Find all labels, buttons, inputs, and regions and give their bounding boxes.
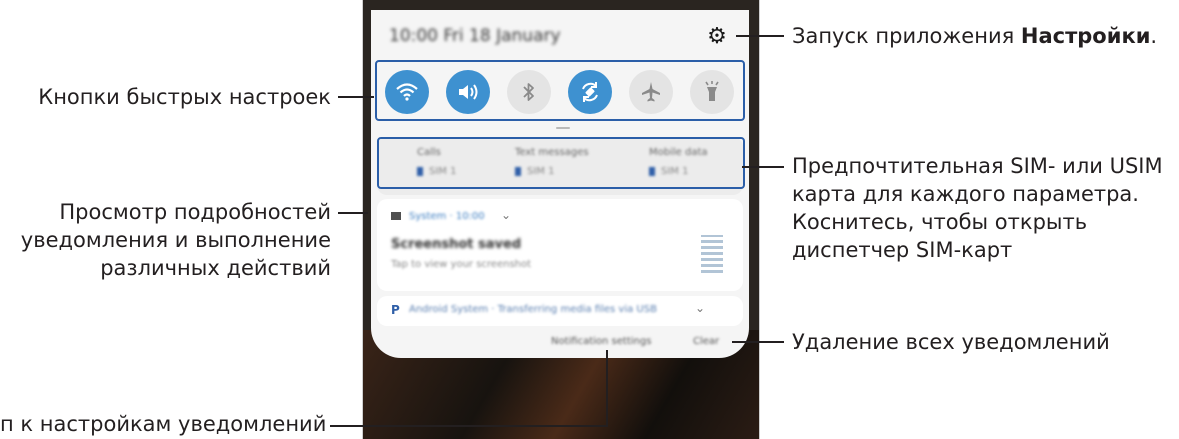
callout-settings-bold: Настройки bbox=[1020, 24, 1151, 48]
notification-card[interactable]: System · 10:00 ⌄ Screenshot saved Tap to… bbox=[377, 199, 743, 291]
chevron-down-icon[interactable]: ⌄ bbox=[501, 208, 511, 222]
callout-quick: Кнопки быстрых настроек bbox=[38, 85, 331, 109]
notification-app: System · 10:00 bbox=[409, 211, 485, 222]
phone-screen: 10:00 Fri 18 January ⚙ Calls SIM 1 Text … bbox=[362, 0, 760, 439]
notification-settings-button[interactable]: Notification settings bbox=[551, 336, 651, 347]
quick-settings-highlight bbox=[375, 60, 745, 121]
clear-button[interactable]: Clear bbox=[693, 336, 719, 347]
panel-drag-handle[interactable] bbox=[556, 127, 570, 129]
callout-detail-line: различных действий bbox=[100, 256, 331, 280]
callout-line-sim bbox=[742, 166, 784, 168]
android-system-icon: P bbox=[391, 303, 400, 317]
status-date-time: 10:00 Fri 18 January bbox=[389, 26, 561, 46]
sim-highlight bbox=[377, 137, 745, 189]
callout-line-detail bbox=[338, 212, 368, 214]
notification-card-system[interactable]: P Android System · Transferring media fi… bbox=[377, 296, 743, 326]
callout-detail-line: Просмотр подробностей bbox=[59, 200, 331, 224]
screenshot-thumbnail bbox=[701, 235, 723, 273]
gear-icon[interactable]: ⚙ bbox=[705, 25, 729, 49]
callout-line-notif-settings-h bbox=[330, 425, 608, 427]
callout-clear: Удаление всех уведомлений bbox=[792, 330, 1110, 354]
callout-sim-line: диспетчер SIM-карт bbox=[792, 238, 1013, 262]
callout-settings-end: . bbox=[1150, 24, 1158, 48]
notification-body: Tap to view your screenshot bbox=[391, 259, 532, 270]
panel-button-row: Notification settings Clear bbox=[371, 328, 749, 358]
callout-sim-line: Коснитесь, чтобы открыть bbox=[792, 210, 1088, 234]
status-row: 10:00 Fri 18 January ⚙ bbox=[389, 24, 737, 52]
callout-sim: Предпочтительная SIM- или USIM карта для… bbox=[792, 152, 1163, 264]
callout-line-quick bbox=[338, 96, 374, 98]
notification-text: Android System · Transferring media file… bbox=[409, 304, 657, 315]
callout-notif-settings: п к настройкам уведомлений bbox=[0, 412, 327, 436]
chevron-down-icon[interactable]: ⌄ bbox=[695, 301, 705, 315]
callout-detail-line: уведомления и выполнение bbox=[20, 228, 331, 252]
callout-settings-text: Запуск приложения bbox=[792, 24, 1021, 48]
callout-sim-line: карта для каждого параметра. bbox=[792, 182, 1139, 206]
callout-line-settings bbox=[736, 35, 784, 37]
callout-settings: Запуск приложения Настройки. bbox=[792, 22, 1157, 50]
notification-title: Screenshot saved bbox=[391, 237, 522, 252]
callout-line-notif-settings-v bbox=[606, 350, 608, 426]
callout-sim-line: Предпочтительная SIM- или USIM bbox=[792, 154, 1163, 178]
image-icon bbox=[391, 212, 401, 220]
callout-detail: Просмотр подробностей уведомления и выпо… bbox=[21, 198, 331, 282]
callout-line-clear bbox=[732, 341, 784, 343]
